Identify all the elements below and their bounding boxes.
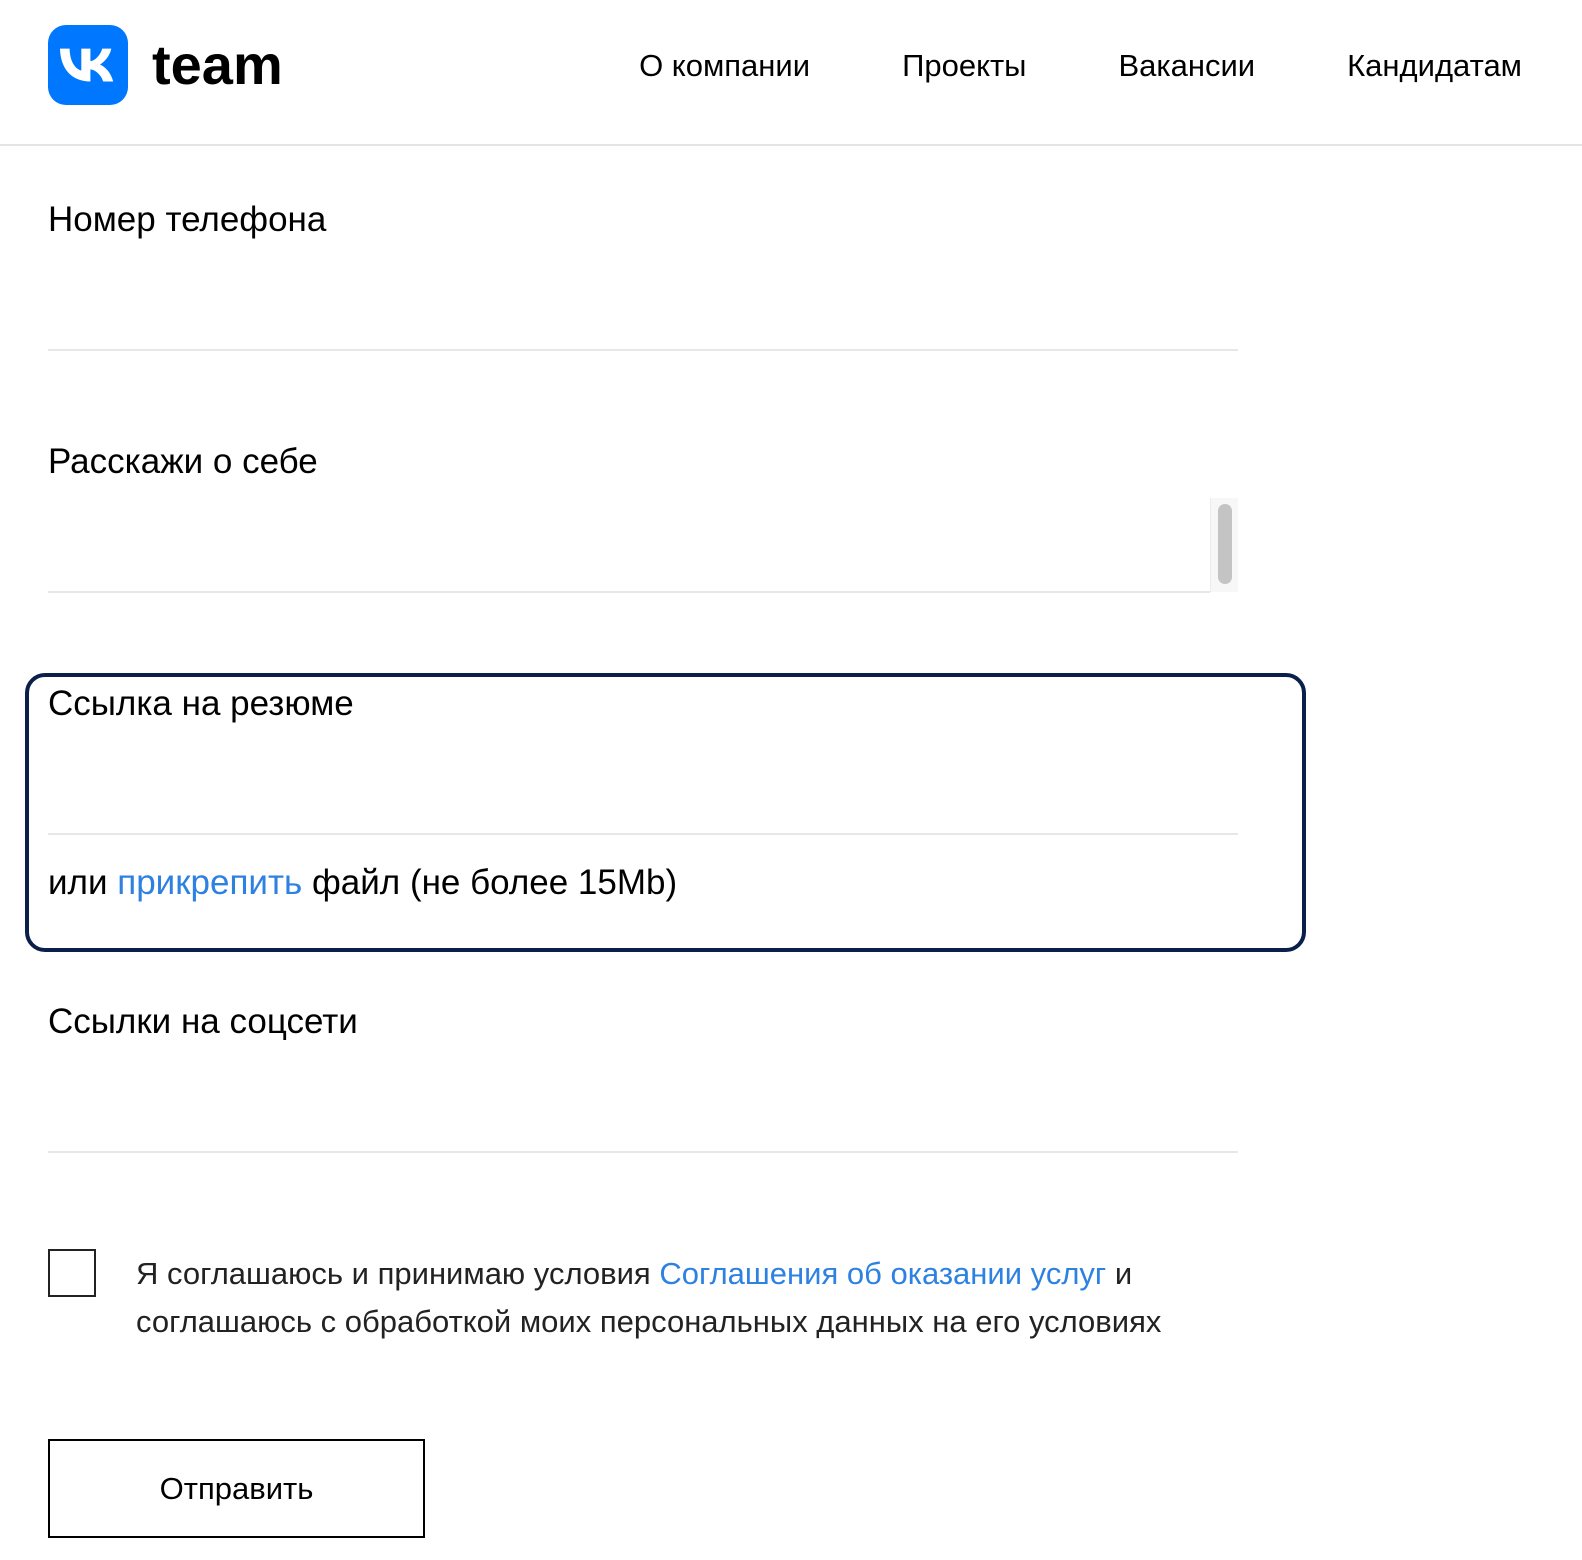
site-header: team О компании Проекты Вакансии Кандида… bbox=[0, 0, 1582, 146]
logo-wordmark: team bbox=[152, 33, 283, 96]
vk-logo-icon bbox=[48, 25, 128, 105]
agreement-text: Я соглашаюсь и принимаю условия Соглашен… bbox=[136, 1250, 1256, 1346]
main-nav: О компании Проекты Вакансии Кандидатам bbox=[639, 46, 1522, 86]
attach-prefix: или bbox=[48, 863, 108, 902]
about-scrollbar-thumb[interactable] bbox=[1218, 504, 1232, 584]
service-agreement-link[interactable]: Соглашения об оказании услуг bbox=[659, 1256, 1106, 1291]
agreement-checkbox[interactable] bbox=[48, 1249, 96, 1297]
phone-underline bbox=[48, 349, 1238, 351]
nav-vacancies[interactable]: Вакансии bbox=[1118, 46, 1255, 86]
social-field: Ссылки на соцсети bbox=[48, 1000, 1238, 1155]
about-textarea[interactable] bbox=[48, 502, 1206, 590]
nav-candidates[interactable]: Кандидатам bbox=[1347, 46, 1522, 86]
nav-projects[interactable]: Проекты bbox=[902, 46, 1026, 86]
submit-button[interactable]: Отправить bbox=[48, 1439, 425, 1538]
resume-underline bbox=[48, 833, 1238, 835]
social-underline bbox=[48, 1151, 1238, 1153]
social-links-input[interactable] bbox=[48, 1088, 1238, 1138]
attach-suffix: файл (не более 15Mb) bbox=[311, 863, 678, 902]
about-underline bbox=[48, 591, 1210, 593]
phone-input[interactable] bbox=[48, 286, 1238, 336]
about-scrollbar[interactable] bbox=[1210, 498, 1238, 592]
attach-file-link[interactable]: прикрепить bbox=[117, 863, 302, 902]
social-label: Ссылки на соцсети bbox=[48, 1002, 358, 1041]
agreement-text-before: Я соглашаюсь и принимаю условия bbox=[136, 1256, 651, 1291]
resume-field: Ссылка на резюме bbox=[48, 682, 1238, 837]
vk-team-logo[interactable]: team bbox=[48, 25, 283, 105]
phone-label: Номер телефона bbox=[48, 200, 327, 239]
resume-link-input[interactable] bbox=[48, 770, 1238, 820]
about-label: Расскажи о себе bbox=[48, 442, 318, 481]
phone-field: Номер телефона bbox=[48, 198, 1238, 353]
about-field: Расскажи о себе bbox=[48, 440, 1238, 595]
nav-about[interactable]: О компании bbox=[639, 46, 810, 86]
resume-label: Ссылка на резюме bbox=[48, 684, 354, 723]
attach-file-row: или прикрепить файл (не более 15Mb) bbox=[48, 860, 677, 906]
